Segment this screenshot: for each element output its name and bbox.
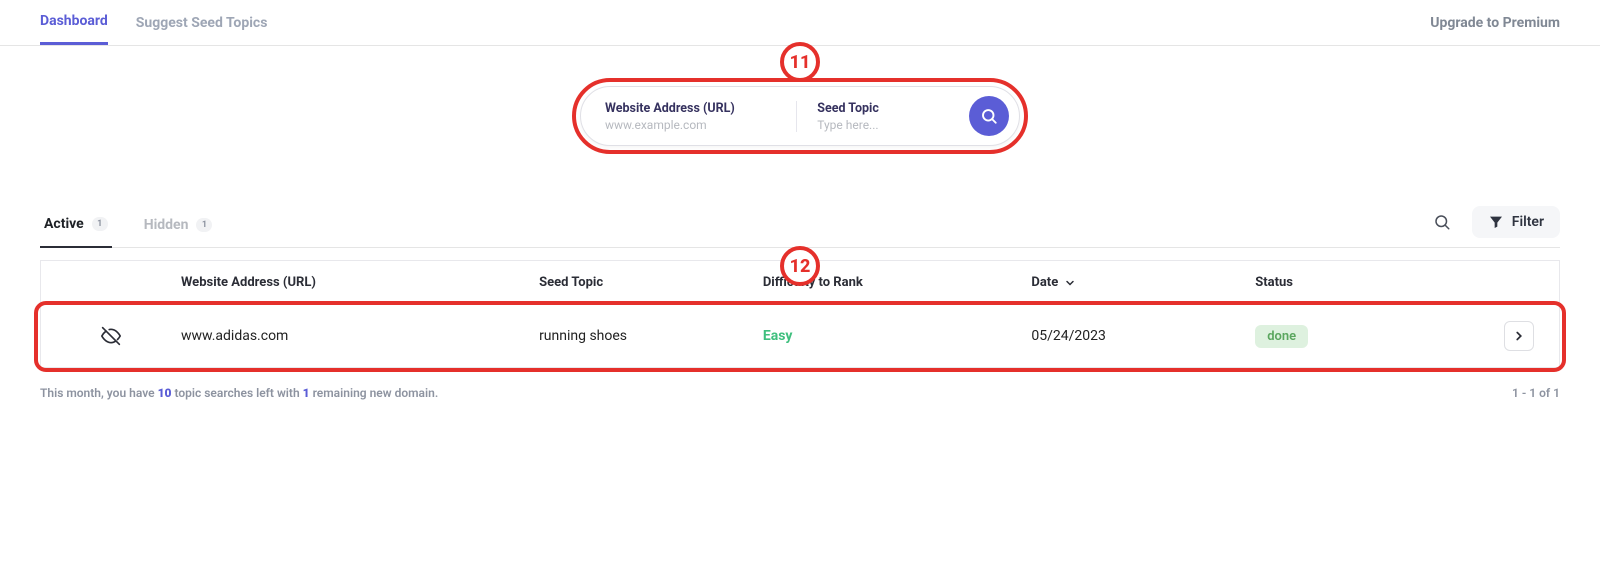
annotation-11: 11 (780, 42, 820, 82)
quota-pre: This month, you have (40, 386, 158, 400)
quota-text: This month, you have 10 topic searches l… (40, 386, 438, 400)
cell-open (1479, 321, 1559, 351)
tab-active-count: 1 (92, 217, 108, 231)
cell-date: 05/24/2023 (1031, 328, 1255, 344)
hide-row-button[interactable] (41, 326, 181, 346)
search-seed-placeholder: Type here... (817, 118, 949, 132)
table-row: www.adidas.com running shoes Easy 05/24/… (40, 305, 1560, 368)
eye-off-icon (101, 326, 121, 346)
tab-active-label: Active (44, 216, 84, 232)
search-url-placeholder: www.example.com (605, 118, 776, 132)
search-seed-label: Seed Topic (817, 101, 949, 116)
tab-active[interactable]: Active 1 (40, 202, 112, 248)
status-badge: done (1255, 325, 1308, 348)
search-url-field[interactable]: Website Address (URL) www.example.com (605, 101, 796, 132)
quota-mid: topic searches left with (171, 386, 302, 400)
chevron-right-icon (1512, 329, 1526, 343)
search-pill: Website Address (URL) www.example.com Se… (580, 86, 1020, 146)
top-nav: Dashboard Suggest Seed Topics Upgrade to… (0, 0, 1600, 46)
filter-label: Filter (1512, 214, 1544, 230)
nav-suggest-seed-topics[interactable]: Suggest Seed Topics (136, 0, 268, 45)
cell-url: www.adidas.com (181, 328, 539, 344)
cell-difficulty: Easy (763, 328, 1032, 344)
upgrade-premium-link[interactable]: Upgrade to Premium (1430, 15, 1560, 31)
search-button[interactable] (969, 96, 1009, 136)
table: 12 Website Address (URL) Seed Topic Diff… (40, 260, 1560, 368)
col-seed[interactable]: Seed Topic (539, 275, 763, 290)
search-area: 11 Website Address (URL) www.example.com… (0, 86, 1600, 146)
col-difficulty[interactable]: Difficulty to Rank (763, 275, 1032, 290)
col-date[interactable]: Date (1031, 275, 1255, 290)
col-url[interactable]: Website Address (URL) (181, 275, 539, 290)
search-seed-field[interactable]: Seed Topic Type here... (796, 101, 969, 132)
tabs-row: Active 1 Hidden 1 Filter (40, 202, 1560, 248)
search-icon (1433, 213, 1451, 231)
col-date-label: Date (1031, 275, 1058, 290)
footer-row: This month, you have 10 topic searches l… (40, 386, 1560, 400)
pagination-text: 1 - 1 of 1 (1512, 386, 1560, 400)
table-body: www.adidas.com running shoes Easy 05/24/… (40, 305, 1560, 368)
tab-hidden[interactable]: Hidden 1 (140, 202, 217, 247)
quota-searches: 10 (158, 386, 172, 400)
quota-post: remaining new domain. (310, 386, 439, 400)
search-url-label: Website Address (URL) (605, 101, 776, 116)
cell-seed: running shoes (539, 328, 763, 344)
top-nav-left: Dashboard Suggest Seed Topics (40, 0, 267, 45)
tab-hidden-count: 1 (196, 218, 212, 232)
open-row-button[interactable] (1504, 321, 1534, 351)
nav-dashboard[interactable]: Dashboard (40, 0, 108, 45)
funnel-icon (1488, 214, 1504, 230)
search-rows-button[interactable] (1424, 204, 1460, 240)
tabs-right: Filter (1424, 204, 1560, 246)
tabs-left: Active 1 Hidden 1 (40, 202, 216, 247)
tab-hidden-label: Hidden (144, 217, 189, 233)
search-wrap: 11 Website Address (URL) www.example.com… (580, 86, 1020, 146)
chevron-down-icon (1064, 277, 1076, 289)
search-icon (980, 107, 998, 125)
col-status[interactable]: Status (1255, 275, 1479, 290)
table-header: Website Address (URL) Seed Topic Difficu… (40, 260, 1560, 305)
filter-button[interactable]: Filter (1472, 206, 1560, 238)
quota-domains: 1 (303, 386, 310, 400)
cell-status: done (1255, 325, 1479, 348)
